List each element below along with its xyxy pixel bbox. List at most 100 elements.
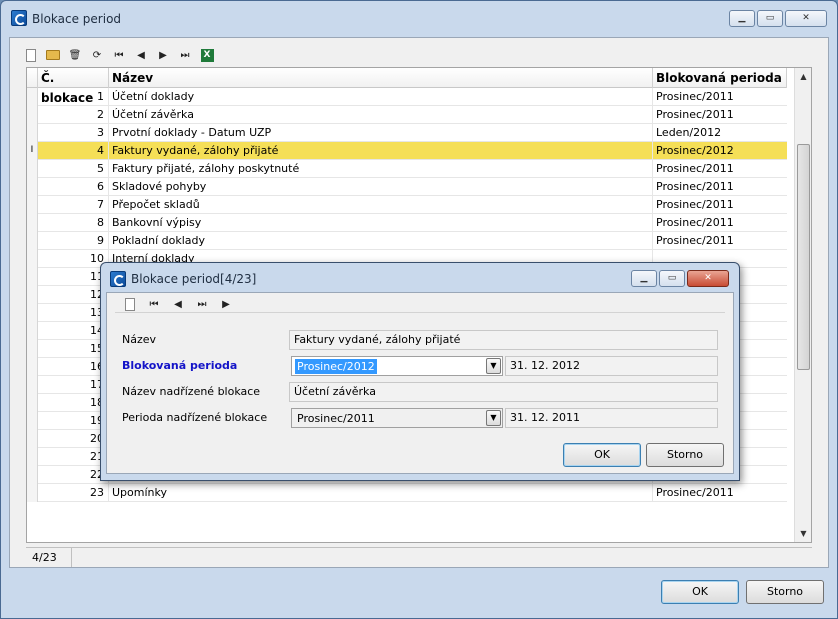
refresh-document-icon: ⟳ — [92, 49, 102, 61]
app-logo-icon — [11, 10, 27, 26]
parent-name-field: Účetní závěrka — [289, 382, 718, 402]
row-indicator[interactable] — [27, 322, 38, 340]
table-row[interactable]: 5 Faktury přijaté, zálohy poskytnuté Prosi… — [27, 160, 787, 178]
export-excel-button[interactable]: X — [198, 46, 216, 64]
dialog-ok-button[interactable]: OK — [563, 443, 641, 467]
dialog-minimize-button[interactable]: ▁ — [631, 270, 657, 287]
row-name-cell: Bankovní výpisy — [109, 214, 653, 231]
row-name-cell: Pokladní doklady — [109, 232, 653, 249]
row-number-cell: 15 — [38, 340, 109, 357]
row-number-cell: 1 — [38, 88, 109, 105]
last-record-icon: ⏭ — [197, 298, 207, 310]
row-indicator[interactable] — [27, 214, 38, 232]
row-number-cell: 11 — [38, 268, 109, 285]
status-bar: 4/23 — [26, 547, 812, 567]
scroll-thumb[interactable] — [797, 144, 810, 370]
blocked-period-label: Blokovaná perioda — [122, 359, 238, 372]
table-row[interactable]: 8 Bankovní výpisy Prosinec/2011 — [27, 214, 787, 232]
dialog-cancel-button[interactable]: Storno — [646, 443, 724, 467]
maximize-button[interactable]: ▭ — [757, 10, 783, 27]
row-indicator[interactable] — [27, 358, 38, 376]
new-document-icon — [26, 48, 36, 62]
chevron-down-icon[interactable]: ▼ — [486, 358, 501, 374]
blocked-period-date: 31. 12. 2012 — [505, 356, 718, 376]
table-row[interactable]: 7 Přepočet skladů Prosinec/2011 — [27, 196, 787, 214]
cancel-button[interactable]: Storno — [746, 580, 824, 604]
row-indicator[interactable] — [27, 160, 38, 178]
table-row[interactable]: 1 Účetní doklady Prosinec/2011 — [27, 88, 787, 106]
parent-period-select[interactable]: Prosinec/2011 ▼ — [291, 408, 503, 428]
dialog-new-button[interactable] — [121, 295, 139, 313]
folder-open-icon — [46, 50, 60, 60]
row-period-cell: Prosinec/2011 — [656, 90, 734, 103]
row-indicator-header — [27, 68, 38, 88]
dialog-last-record-button[interactable]: ⏭ — [193, 295, 211, 313]
row-indicator[interactable] — [27, 196, 38, 214]
row-indicator[interactable] — [27, 88, 38, 106]
dialog-title-bar[interactable]: Blokace period[4/23] ▁ ▭ ✕ — [101, 263, 739, 295]
ok-button[interactable]: OK — [661, 580, 739, 604]
row-indicator[interactable] — [27, 394, 38, 412]
table-row[interactable]: 6 Skladové pohyby Prosinec/2011 — [27, 178, 787, 196]
scroll-down-icon[interactable]: ▼ — [795, 525, 811, 542]
table-row[interactable]: 2 Účetní závěrka Prosinec/2011 — [27, 106, 787, 124]
new-record-button[interactable] — [22, 46, 40, 64]
previous-record-button[interactable]: ◀ — [132, 46, 150, 64]
row-indicator[interactable] — [27, 268, 38, 286]
row-name-cell: Skladové pohyby — [109, 178, 653, 195]
scroll-up-icon[interactable]: ▲ — [795, 68, 811, 85]
column-header-name[interactable]: Název — [109, 68, 653, 88]
row-indicator[interactable] — [27, 232, 38, 250]
column-header-period[interactable]: Blokovaná perioda — [653, 68, 787, 88]
row-name-cell: Účetní závěrka — [109, 106, 653, 123]
dialog-previous-record-button[interactable]: ◀ — [169, 295, 187, 313]
row-indicator[interactable] — [27, 178, 38, 196]
blocked-period-select[interactable]: Prosinec/2012 ▼ — [291, 356, 503, 376]
first-record-button[interactable]: ⏮ — [110, 46, 128, 64]
table-row[interactable]: 9 Pokladní doklady Prosinec/2011 — [27, 232, 787, 250]
row-indicator[interactable] — [27, 466, 38, 484]
row-number-cell: 5 — [38, 160, 109, 177]
dialog-next-record-button[interactable]: ▶ — [217, 295, 235, 313]
row-number-cell: 14 — [38, 322, 109, 339]
dialog-close-button[interactable]: ✕ — [687, 270, 729, 287]
dialog-maximize-button[interactable]: ▭ — [659, 270, 685, 287]
table-row[interactable]: 23 Upomínky Prosinec/2011 — [27, 484, 787, 502]
chevron-down-icon[interactable]: ▼ — [486, 410, 501, 426]
row-indicator[interactable] — [27, 448, 38, 466]
row-indicator[interactable] — [27, 250, 38, 268]
row-indicator[interactable] — [27, 412, 38, 430]
close-button[interactable]: ✕ — [785, 10, 827, 27]
next-record-icon: ▶ — [222, 298, 230, 310]
delete-button[interactable]: 🗑 — [66, 46, 84, 64]
row-indicator[interactable] — [27, 484, 38, 502]
row-number-cell: 3 — [38, 124, 109, 141]
row-number-cell: 10 — [38, 250, 109, 267]
row-indicator[interactable] — [27, 340, 38, 358]
row-indicator[interactable] — [27, 304, 38, 322]
open-button[interactable] — [44, 46, 62, 64]
title-bar[interactable]: Blokace period ▁ ▭ ✕ — [1, 1, 837, 37]
row-indicator[interactable] — [27, 286, 38, 304]
row-indicator[interactable] — [27, 106, 38, 124]
row-indicator[interactable] — [27, 430, 38, 448]
row-name-cell: Upomínky — [109, 484, 653, 501]
table-row[interactable]: I 4 Faktury vydané, zálohy přijaté Prosinec… — [27, 142, 787, 160]
row-name-cell: Faktury vydané, zálohy přijaté — [109, 142, 653, 159]
refresh-button[interactable]: ⟳ — [88, 46, 106, 64]
last-record-button[interactable]: ⏭ — [176, 46, 194, 64]
minimize-button[interactable]: ▁ — [729, 10, 755, 27]
vertical-scrollbar[interactable]: ▲ ▼ — [794, 68, 811, 542]
row-period-cell: Prosinec/2011 — [656, 198, 734, 211]
first-record-icon: ⏮ — [114, 49, 124, 61]
row-indicator[interactable] — [27, 376, 38, 394]
table-row[interactable]: 3 Prvotní doklady - Datum UZP Leden/2012 — [27, 124, 787, 142]
row-indicator[interactable] — [27, 124, 38, 142]
column-header-number[interactable]: Č. blokace — [38, 68, 109, 105]
dialog-first-record-button[interactable]: ⏮ — [145, 295, 163, 313]
row-name-cell: Přepočet skladů — [109, 196, 653, 213]
dialog-toolbar-divider — [115, 312, 725, 313]
row-indicator[interactable]: I — [27, 142, 38, 160]
grid-header: Č. blokace Název Blokovaná perioda — [27, 68, 787, 105]
next-record-button[interactable]: ▶ — [154, 46, 172, 64]
